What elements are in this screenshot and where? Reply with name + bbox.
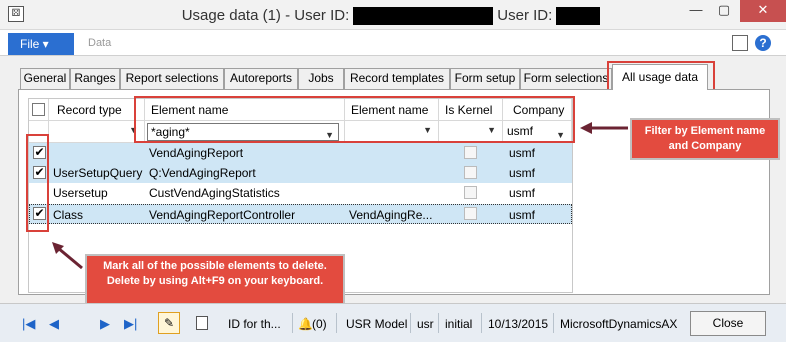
- status-separator: [481, 313, 482, 333]
- cell-element-name: VendAgingReportController: [149, 208, 296, 222]
- cell-element-name-2: [345, 143, 439, 163]
- document-icon[interactable]: [196, 316, 208, 330]
- tab-autoreports[interactable]: Autoreports: [224, 68, 298, 89]
- table-row[interactable]: ✔ VendAgingReport usmf: [29, 143, 572, 163]
- table-row[interactable]: ✔ Class VendAgingReportController VendAg…: [29, 204, 572, 224]
- table-row[interactable]: ✔ UserSetupQuery Q:VendAgingReport usmf: [29, 163, 572, 183]
- table-row[interactable]: Usersetup CustVendAgingStatistics usmf: [29, 183, 572, 203]
- delete-note-line-1: Mark all of the possible elements to del…: [103, 260, 327, 272]
- cell-record-type: Class: [53, 208, 84, 222]
- cell-company: usmf: [509, 208, 536, 222]
- redacted-user-id-2: [556, 7, 601, 26]
- cell-record-type: UserSetupQuery: [53, 166, 143, 180]
- select-all-header: [29, 99, 49, 121]
- is-kernel-checkbox: [464, 186, 477, 199]
- last-record-icon[interactable]: ▶|: [124, 316, 137, 332]
- cell-element-name-2: [345, 163, 439, 183]
- window-title: Usage data (1) - User ID: User ID:: [0, 7, 786, 26]
- previous-record-icon[interactable]: ◀: [49, 316, 59, 332]
- status-layer: usr: [417, 317, 434, 331]
- help-icon[interactable]: ?: [755, 35, 771, 51]
- tab-all-usage-data[interactable]: All usage data: [612, 64, 708, 90]
- status-separator: [438, 313, 439, 333]
- minimize-icon[interactable]: —: [682, 0, 710, 22]
- close-button[interactable]: Close: [690, 311, 766, 336]
- redacted-user-id: [353, 7, 494, 26]
- filter-record-type[interactable]: ▼: [49, 121, 145, 143]
- delete-note-line-2: Delete by using Alt+F9 on your keyboard.: [106, 275, 324, 287]
- is-kernel-checkbox: [464, 166, 477, 179]
- is-kernel-checkbox: [464, 146, 477, 159]
- cell-element-name-2: [345, 183, 439, 203]
- status-separator: [336, 313, 337, 333]
- cell-record-type: [49, 143, 145, 163]
- filter-highlight: [134, 96, 575, 143]
- checkbox-highlight: [26, 134, 49, 232]
- file-button[interactable]: File ▾: [8, 33, 74, 55]
- tab-form-setup[interactable]: Form setup: [450, 68, 520, 89]
- status-separator: [410, 313, 411, 333]
- status-id-for: ID for th...: [228, 317, 281, 331]
- tab-form-selections[interactable]: Form selections: [520, 68, 612, 89]
- delete-callout: Mark all of the possible elements to del…: [85, 254, 345, 306]
- next-record-icon[interactable]: ▶: [100, 316, 110, 332]
- ribbon: File ▾ Data ?: [0, 30, 786, 56]
- tab-report-selections[interactable]: Report selections: [120, 68, 224, 89]
- title-bar: ⚄ Usage data (1) - User ID: User ID: — ▢ …: [0, 0, 786, 30]
- cell-company: usmf: [509, 166, 536, 180]
- status-separator: [553, 313, 554, 333]
- cell-record-type: Usersetup: [53, 186, 108, 200]
- close-icon[interactable]: ✕: [740, 0, 786, 22]
- status-state: initial: [445, 317, 473, 331]
- tab-jobs[interactable]: Jobs: [298, 68, 344, 89]
- cell-element-name: Q:VendAgingReport: [149, 166, 256, 180]
- filter-callout: Filter by Element name and Company: [630, 118, 780, 160]
- bell-icon[interactable]: 🔔: [298, 317, 313, 331]
- is-kernel-checkbox: [464, 207, 477, 220]
- data-tab[interactable]: Data: [88, 37, 111, 49]
- status-date: 10/13/2015: [488, 317, 549, 331]
- layout-icon[interactable]: [732, 35, 748, 51]
- tab-general[interactable]: General: [20, 68, 70, 89]
- cell-company: usmf: [509, 146, 536, 160]
- status-bar: |◀ ◀ ▶ ▶| ✎ ID for th... 🔔 (0) USR Model…: [0, 303, 786, 342]
- status-notifications: (0): [312, 317, 327, 331]
- cell-element-name-2: VendAgingRe...: [349, 208, 433, 222]
- tab-record-templates[interactable]: Record templates: [344, 68, 450, 89]
- header-record-type[interactable]: Record type: [49, 99, 145, 121]
- select-all-checkbox[interactable]: [32, 103, 45, 116]
- status-model: USR Model: [346, 317, 408, 331]
- cell-company: usmf: [509, 186, 536, 200]
- first-record-icon[interactable]: |◀: [22, 316, 35, 332]
- cell-element-name: CustVendAgingStatistics: [149, 186, 280, 200]
- status-separator: [292, 313, 293, 333]
- maximize-icon[interactable]: ▢: [710, 0, 738, 22]
- tab-ranges[interactable]: Ranges: [70, 68, 120, 89]
- status-product: MicrosoftDynamicsAX: [560, 317, 678, 331]
- cell-element-name: VendAgingReport: [149, 146, 244, 160]
- edit-icon[interactable]: ✎: [158, 312, 180, 334]
